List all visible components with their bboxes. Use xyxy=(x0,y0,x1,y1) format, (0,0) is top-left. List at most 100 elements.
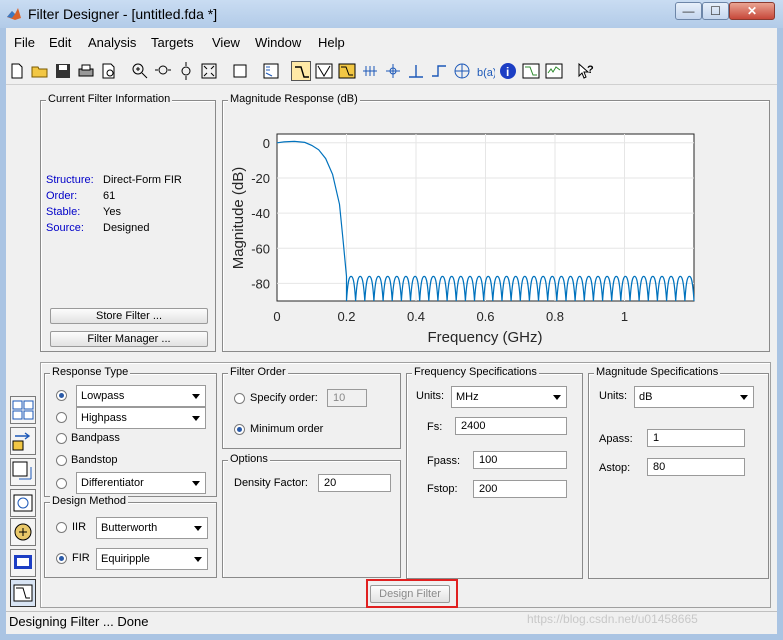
response-type-title: Response Type xyxy=(50,366,131,378)
filter-manager-button[interactable]: Filter Manager ... xyxy=(50,331,208,347)
store-filter-button[interactable]: Store Filter ... xyxy=(50,308,208,324)
apass-label: Apass: xyxy=(599,433,633,445)
new-figure-icon[interactable] xyxy=(230,61,250,81)
differentiator-radio[interactable] xyxy=(56,478,67,489)
menu-help[interactable]: Help xyxy=(318,35,345,50)
fir-method-combo[interactable]: Equiripple xyxy=(96,548,208,570)
mag-units-combo[interactable]: dB xyxy=(634,386,754,408)
y-tick-label: 0 xyxy=(263,136,270,151)
highpass-radio[interactable] xyxy=(56,412,67,423)
differentiator-combo[interactable]: Differentiator xyxy=(76,472,206,494)
bandpass-label: Bandpass xyxy=(71,432,120,444)
design-filter-button[interactable]: Design Filter xyxy=(370,585,450,603)
phase-response-icon[interactable] xyxy=(314,61,334,81)
mag-units-label: Units: xyxy=(599,390,628,402)
bandstop-radio[interactable] xyxy=(56,455,67,466)
import-filter-icon[interactable] xyxy=(10,549,36,577)
pole-zero-icon[interactable] xyxy=(452,61,472,81)
maximize-button[interactable]: ☐ xyxy=(702,2,729,20)
transform-filter-icon[interactable] xyxy=(10,396,36,424)
multirate-icon[interactable] xyxy=(10,489,36,517)
minimum-order-label: Minimum order xyxy=(250,423,324,435)
x-tick-label: 0 xyxy=(273,309,280,324)
density-factor-input[interactable]: 20 xyxy=(318,474,391,492)
menu-file[interactable]: File xyxy=(14,35,35,50)
save-icon[interactable] xyxy=(53,61,73,81)
specify-order-input[interactable]: 10 xyxy=(327,389,367,407)
full-view-analysis-icon[interactable] xyxy=(261,61,281,81)
full-view-icon[interactable] xyxy=(199,61,219,81)
minimum-order-radio[interactable] xyxy=(234,424,245,435)
y-tick-label: -60 xyxy=(251,241,270,256)
magnitude-phase-icon[interactable] xyxy=(337,61,357,81)
phase-delay-icon[interactable] xyxy=(383,61,403,81)
bandpass-radio[interactable] xyxy=(56,433,67,444)
window-title: Filter Designer - [untitled.fda *] xyxy=(28,6,218,22)
zoom-y-icon[interactable] xyxy=(176,61,196,81)
group-delay-icon[interactable] xyxy=(360,61,380,81)
lowpass-radio[interactable] xyxy=(56,390,67,401)
menu-edit[interactable]: Edit xyxy=(49,35,71,50)
menu-analysis[interactable]: Analysis xyxy=(88,35,136,50)
magnitude-response-chart[interactable]: 0 0.2 0.4 0.6 0.8 1 0 -20 -40 -60 -80 Frequency (G… xyxy=(222,100,770,352)
stable-value: Yes xyxy=(103,206,121,218)
svg-text:b(a): b(a) xyxy=(477,67,495,79)
minimize-button[interactable]: — xyxy=(675,2,702,20)
fir-radio[interactable] xyxy=(56,553,67,564)
order-label: Order: xyxy=(46,190,78,202)
realize-model-icon[interactable] xyxy=(10,427,36,455)
fstop-input[interactable]: 200 xyxy=(473,480,567,498)
open-icon[interactable] xyxy=(30,61,50,81)
filter-order-panel: Filter Order Specify order: 10 Minimum o… xyxy=(222,366,401,449)
new-icon[interactable] xyxy=(7,61,27,81)
x-tick-label: 0.6 xyxy=(476,309,494,324)
magnitude-specs-title: Magnitude Specifications xyxy=(594,366,721,378)
magnitude-estimate-icon[interactable] xyxy=(521,61,541,81)
astop-input[interactable]: 80 xyxy=(647,458,745,476)
zoom-in-icon[interactable] xyxy=(130,61,150,81)
specify-order-label: Specify order: xyxy=(250,392,318,404)
filter-info-icon[interactable]: i xyxy=(498,61,518,81)
svg-text:?: ? xyxy=(587,64,594,76)
design-filter-mode-icon[interactable] xyxy=(10,579,36,607)
zoom-x-icon[interactable] xyxy=(153,61,173,81)
design-method-panel: Design Method IIR Butterworth FIR Equiri… xyxy=(44,495,217,578)
y-tick-label: -80 xyxy=(251,276,270,291)
close-button[interactable]: ✕ xyxy=(729,2,775,20)
iir-method-combo[interactable]: Butterworth xyxy=(96,517,208,539)
impulse-response-icon[interactable] xyxy=(406,61,426,81)
density-factor-label: Density Factor: xyxy=(234,477,308,489)
menu-window[interactable]: Window xyxy=(255,35,301,50)
apass-input[interactable]: 1 xyxy=(647,429,745,447)
magnitude-response-icon[interactable] xyxy=(291,61,311,81)
print-icon[interactable] xyxy=(76,61,96,81)
highpass-combo[interactable]: Highpass xyxy=(76,407,206,429)
order-value: 61 xyxy=(103,190,116,202)
source-value: Designed xyxy=(103,222,150,234)
bandstop-label: Bandstop xyxy=(71,454,118,466)
design-method-title: Design Method xyxy=(50,495,128,507)
menu-view[interactable]: View xyxy=(212,35,240,50)
print-preview-icon[interactable] xyxy=(99,61,119,81)
fs-label: Fs: xyxy=(427,421,443,433)
filter-order-title: Filter Order xyxy=(228,366,288,378)
iir-radio[interactable] xyxy=(56,522,67,533)
fs-input[interactable]: 2400 xyxy=(455,417,567,435)
freq-units-combo[interactable]: MHz xyxy=(451,386,567,408)
lowpass-combo[interactable]: Lowpass xyxy=(76,385,206,407)
y-tick-label: -20 xyxy=(251,171,270,186)
menu-targets[interactable]: Targets xyxy=(151,35,194,50)
whats-this-icon[interactable]: ? xyxy=(575,61,595,81)
magnitude-specs-panel: Magnitude Specifications Units: dB Apass… xyxy=(588,366,769,579)
quantize-icon[interactable] xyxy=(10,518,36,546)
pole-zero-editor-icon[interactable] xyxy=(10,458,36,486)
specify-order-radio[interactable] xyxy=(234,393,245,404)
step-response-icon[interactable] xyxy=(429,61,449,81)
round-off-noise-icon[interactable] xyxy=(544,61,564,81)
fpass-input[interactable]: 100 xyxy=(473,451,567,469)
fstop-label: Fstop: xyxy=(427,483,458,495)
filter-coefficients-icon[interactable]: b(a) xyxy=(475,61,497,81)
x-tick-label: 0.8 xyxy=(546,309,564,324)
x-tick-label: 0.4 xyxy=(407,309,425,324)
svg-text:i: i xyxy=(506,65,509,79)
